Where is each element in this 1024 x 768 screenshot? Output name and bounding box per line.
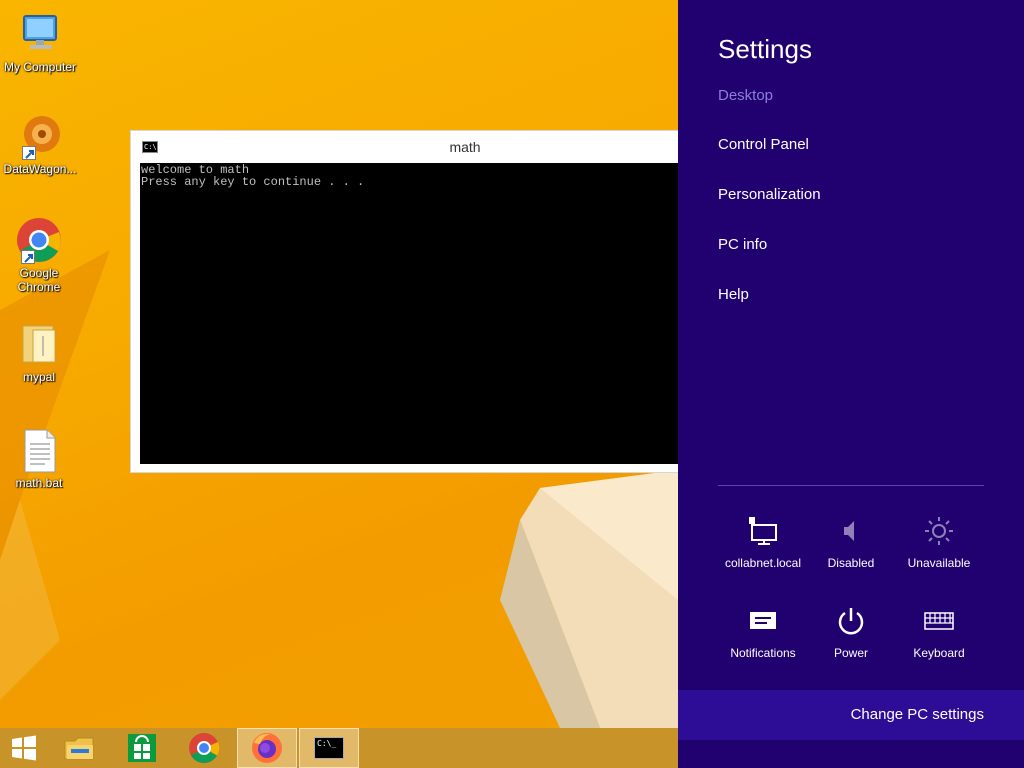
notifications-icon <box>719 604 807 638</box>
tile-label: collabnet.local <box>724 556 802 570</box>
tile-label: Power <box>833 646 868 660</box>
console-output[interactable]: welcome to math Press any key to continue… <box>140 163 688 464</box>
taskbar-store[interactable] <box>112 728 172 768</box>
menu-item-pc-info[interactable]: PC info <box>718 236 821 286</box>
taskbar-command-prompt[interactable]: C:\_ <box>299 728 359 768</box>
tile-label: Keyboard <box>913 646 965 660</box>
menu-item-help[interactable]: Help <box>718 286 821 336</box>
desktop-icon-datawagon[interactable]: DataWagon... <box>0 112 80 176</box>
menu-item-personalization[interactable]: Personalization <box>718 186 821 236</box>
volume-icon <box>807 514 895 548</box>
datawagon-icon <box>16 112 64 160</box>
desktop-icon-mypal[interactable]: mypal <box>0 320 79 384</box>
taskbar-file-explorer[interactable] <box>50 728 110 768</box>
console-titlebar[interactable]: C:\ math <box>131 131 689 163</box>
brightness-tile[interactable]: Unavailable <box>895 514 983 570</box>
batch-file-icon <box>15 426 63 474</box>
computer-icon <box>16 10 64 58</box>
start-button[interactable] <box>0 728 48 768</box>
chrome-icon <box>15 216 63 264</box>
console-title: math <box>449 139 481 155</box>
brightness-icon <box>895 514 983 548</box>
desktop-icon-label: mypal <box>22 370 55 384</box>
power-tile[interactable]: Power <box>807 604 895 660</box>
command-prompt-icon: C:\_ <box>314 737 344 759</box>
tile-label: Notifications <box>730 646 796 660</box>
network-tile[interactable]: collabnet.local <box>719 514 807 570</box>
desktop-icon-my-computer[interactable]: My Computer <box>0 10 80 74</box>
settings-charm: Settings Desktop Control Panel Personali… <box>678 0 1024 768</box>
console-line: Press any key to continue . . . <box>141 175 365 189</box>
taskbar: C:\_ <box>0 728 678 768</box>
store-icon <box>128 734 156 762</box>
volume-tile[interactable]: Disabled <box>807 514 895 570</box>
taskbar-firefox[interactable] <box>237 728 297 768</box>
power-icon <box>807 604 895 638</box>
menu-item-control-panel[interactable]: Control Panel <box>718 136 821 186</box>
desktop-icon-label: DataWagon... <box>3 162 77 176</box>
charm-divider <box>718 485 984 486</box>
desktop-icon-label: Google Chrome <box>17 266 61 294</box>
charm-title: Settings <box>718 34 812 64</box>
tile-label: Disabled <box>827 556 875 570</box>
firefox-icon <box>252 733 282 763</box>
taskbar-chrome[interactable] <box>174 728 234 768</box>
desktop-icon-label: My Computer <box>3 60 77 74</box>
tile-label: Unavailable <box>907 556 971 570</box>
desktop-icon-google-chrome[interactable]: Google Chrome <box>0 216 79 294</box>
charm-context-label: Desktop <box>718 87 774 104</box>
chrome-icon <box>189 733 220 764</box>
folder-icon <box>15 320 63 368</box>
network-icon <box>719 514 807 548</box>
console-window[interactable]: C:\ math welcome to math Press any key to… <box>130 130 690 473</box>
charm-menu: Control Panel Personalization PC info He… <box>718 136 821 336</box>
desktop-icon-label: math.bat <box>15 476 63 490</box>
file-explorer-icon <box>64 737 94 760</box>
desktop-icon-math-bat[interactable]: math.bat <box>0 426 79 490</box>
notifications-tile[interactable]: Notifications <box>719 604 807 660</box>
start-icon <box>12 735 36 761</box>
change-pc-settings-link[interactable]: Change PC settings <box>678 690 1024 740</box>
keyboard-icon <box>895 604 983 638</box>
keyboard-tile[interactable]: Keyboard <box>895 604 983 660</box>
